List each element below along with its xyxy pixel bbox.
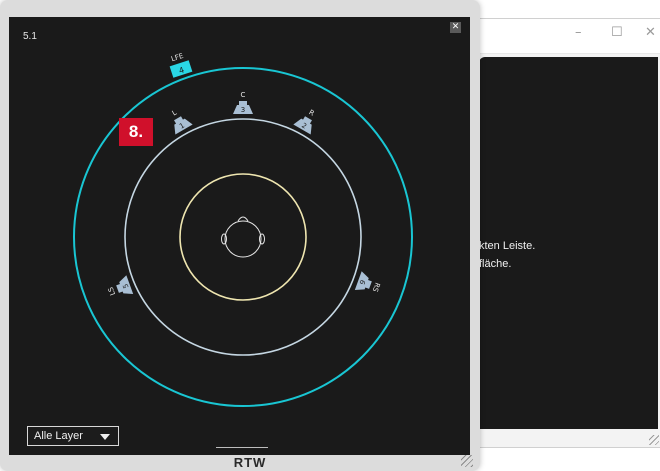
- speaker-l[interactable]: 1 L: [164, 105, 193, 135]
- inner-ring: [179, 173, 307, 301]
- footer-divider: [216, 447, 268, 448]
- speaker-c[interactable]: 3 C: [233, 91, 253, 114]
- background-text-line-1: kten Leiste.: [479, 240, 536, 252]
- brand-logo: RTW: [233, 455, 267, 470]
- speaker-rs[interactable]: 6 RS: [354, 271, 383, 298]
- background-window: – ☐ ✕ kten Leiste. fläche.: [470, 18, 660, 448]
- maximize-button[interactable]: ☐: [611, 25, 623, 40]
- background-window-titlebar: – ☐ ✕: [471, 19, 660, 54]
- resize-grip-icon[interactable]: [649, 435, 659, 445]
- speaker-l-name: L: [171, 109, 178, 118]
- speaker-lfe-name: LFE: [170, 52, 184, 63]
- speaker-lfe[interactable]: 4 LFE: [167, 51, 193, 78]
- speaker-r-name: R: [307, 108, 315, 117]
- layer-dropdown-value: Alle Layer: [34, 430, 83, 442]
- background-window-content: kten Leiste. fläche.: [479, 57, 658, 429]
- resize-grip-icon[interactable]: [461, 455, 473, 467]
- layout-format-label: 5.1: [23, 31, 37, 42]
- listener-head-icon: [221, 216, 265, 258]
- step-marker-badge: 8.: [119, 118, 153, 146]
- speaker-rs-name: RS: [371, 281, 382, 293]
- close-icon[interactable]: ✕: [450, 22, 461, 33]
- middle-ring: [124, 118, 362, 356]
- speaker-ls[interactable]: 5 LS: [105, 275, 134, 302]
- background-text-line-2: fläche.: [479, 258, 512, 270]
- minimize-button[interactable]: –: [575, 25, 582, 40]
- speaker-layout-window: 4 LFE 3 C 1 L 2 R 5 LS 6 RS 5.1 ✕ 8. All…: [0, 0, 480, 471]
- speaker-ls-name: LS: [107, 285, 118, 296]
- surround-scene: 4 LFE 3 C 1 L 2 R 5 LS 6 RS: [73, 51, 413, 407]
- layer-dropdown[interactable]: Alle Layer: [27, 426, 119, 446]
- speaker-r[interactable]: 2 R: [293, 105, 322, 135]
- chevron-down-icon: [100, 434, 110, 440]
- speaker-c-number: 3: [241, 106, 245, 114]
- close-button[interactable]: ✕: [645, 25, 656, 40]
- speaker-c-name: C: [241, 91, 246, 99]
